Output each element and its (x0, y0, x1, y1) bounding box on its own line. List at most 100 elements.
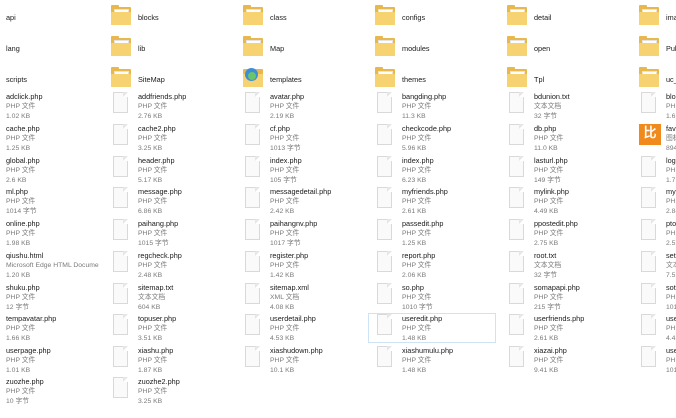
file-item[interactable]: xiashu.php PHP 文件 1.87 KB (104, 345, 232, 375)
file-item[interactable]: xiashumulu.php PHP 文件 1.48 KB (368, 345, 496, 375)
file-item[interactable]: db.php PHP 文件 11.0 KB (500, 123, 628, 153)
file-item[interactable]: login. PHP 文 1.71 K (632, 155, 676, 185)
file-item[interactable]: bangding.php PHP 文件 11.3 KB (368, 91, 496, 121)
file-item[interactable]: scripts (0, 64, 100, 94)
file-item[interactable]: addfriends.php PHP 文件 2.76 KB (104, 91, 232, 121)
file-item[interactable]: blocks PHP 文 1.61 K (632, 91, 676, 121)
file-item-meta: zuozhe2.php PHP 文件 3.25 KB (138, 377, 231, 405)
file-item[interactable]: shuku.php PHP 文件 12 字节 (0, 282, 100, 312)
file-item[interactable]: ml.php PHP 文件 1014 字节 (0, 186, 100, 216)
file-item[interactable]: Public (632, 33, 676, 63)
file-size: 1.25 KB (402, 240, 427, 247)
file-item[interactable]: ptopic PHP 文 2.57 K (632, 218, 676, 248)
file-item-meta: regcheck.php PHP 文件 2.48 KB (138, 251, 231, 279)
file-item[interactable]: xiazai.php PHP 文件 9.41 KB (500, 345, 628, 375)
file-item-meta: shuku.php PHP 文件 12 字节 (6, 283, 99, 311)
file-item[interactable]: themes (368, 64, 496, 94)
file-type: PHP 文 (666, 357, 676, 364)
favicon-image-icon: 比 (639, 124, 661, 151)
file-item[interactable]: userfriends.php PHP 文件 2.61 KB (500, 313, 628, 343)
file-item[interactable]: tempavatar.php PHP 文件 1.66 KB (0, 313, 100, 343)
file-type: PHP 文件 (6, 325, 36, 332)
file-item-meta: uc_cli (666, 65, 676, 93)
file-item[interactable]: global.php PHP 文件 2.6 KB (0, 155, 100, 185)
file-type: PHP 文 (666, 325, 676, 332)
file-item[interactable]: SiteMap (104, 64, 232, 94)
file-item[interactable]: topuser.php PHP 文件 3.51 KB (104, 313, 232, 343)
file-item[interactable]: Tpl (500, 64, 628, 94)
file-name: checkcode.php (402, 124, 452, 133)
file-item[interactable]: index.php PHP 文件 105 字节 (236, 155, 364, 185)
file-icon (243, 124, 265, 151)
file-item[interactable]: 比 favico 图标 894 字 (632, 123, 676, 153)
file-item[interactable]: sitemap.xml XML 文档 4.08 KB (236, 282, 364, 312)
file-icon (375, 219, 397, 246)
file-item[interactable]: blocks (104, 2, 232, 32)
file-item[interactable]: myfriends.php PHP 文件 2.61 KB (368, 186, 496, 216)
file-item[interactable]: checkcode.php PHP 文件 5.96 KB (368, 123, 496, 153)
file-type: PHP 文件 (270, 135, 300, 142)
file-item[interactable]: sitemap.txt 文本文档 604 KB (104, 282, 232, 312)
file-item[interactable]: userin PHP 文 4.43 K (632, 313, 676, 343)
file-item[interactable]: xiashudown.php PHP 文件 10.1 KB (236, 345, 364, 375)
folder-icon (639, 34, 661, 61)
file-type: PHP 文件 (402, 230, 432, 237)
file-item[interactable]: mysql PHP 文 2.84 K (632, 186, 676, 216)
file-size: 604 KB (138, 304, 161, 311)
file-item[interactable]: cache2.php PHP 文件 3.25 KB (104, 123, 232, 153)
file-item[interactable]: setava 文本文 7.51 K (632, 250, 676, 280)
file-item[interactable]: mylink.php PHP 文件 4.49 KB (500, 186, 628, 216)
file-item[interactable]: bdunion.txt 文本文档 32 字节 (500, 91, 628, 121)
file-item[interactable]: lib (104, 33, 232, 63)
file-item[interactable]: ppostedit.php PHP 文件 2.75 KB (500, 218, 628, 248)
file-item[interactable]: templates (236, 64, 364, 94)
file-item[interactable]: zuozhe2.php PHP 文件 3.25 KB (104, 376, 232, 406)
file-item[interactable]: image (632, 2, 676, 32)
file-item[interactable]: detail (500, 2, 628, 32)
file-item[interactable]: configs (368, 2, 496, 32)
file-item-meta: Tpl (534, 65, 627, 93)
file-item[interactable]: api (0, 2, 100, 32)
file-name: xiashu.php (138, 346, 174, 355)
file-item[interactable]: cf.php PHP 文件 1013 字节 (236, 123, 364, 153)
file-size: 149 字节 (534, 177, 561, 184)
file-item[interactable]: somapapi.php PHP 文件 215 字节 (500, 282, 628, 312)
file-item[interactable]: userpage.php PHP 文件 1.01 KB (0, 345, 100, 375)
file-item[interactable]: uc_cli (632, 64, 676, 94)
file-item[interactable]: cache.php PHP 文件 1.25 KB (0, 123, 100, 153)
file-item[interactable]: sotop PHP 文 1016 (632, 282, 676, 312)
file-item[interactable]: qiushu.html Microsoft Edge HTML Docume...… (0, 250, 100, 280)
file-item[interactable]: modules (368, 33, 496, 63)
file-item[interactable]: zuozhe.php PHP 文件 10 字节 (0, 376, 100, 406)
file-item-meta: cf.php PHP 文件 1013 字节 (270, 124, 363, 152)
file-item[interactable]: regcheck.php PHP 文件 2.48 KB (104, 250, 232, 280)
file-item[interactable]: messagedetail.php PHP 文件 2.42 KB (236, 186, 364, 216)
file-item[interactable]: paihang.php PHP 文件 1015 字节 (104, 218, 232, 248)
file-item[interactable]: lang (0, 33, 100, 63)
file-item[interactable]: open (500, 33, 628, 63)
file-item[interactable]: online.php PHP 文件 1.98 KB (0, 218, 100, 248)
file-item[interactable]: Map (236, 33, 364, 63)
file-type: PHP 文件 (534, 325, 564, 332)
file-item[interactable]: usernh PHP 文 1016 (632, 345, 676, 375)
file-type: PHP 文件 (402, 357, 432, 364)
file-item[interactable]: report.php PHP 文件 2.06 KB (368, 250, 496, 280)
file-item[interactable]: index.php PHP 文件 6.23 KB (368, 155, 496, 185)
file-item[interactable]: register.php PHP 文件 1.42 KB (236, 250, 364, 280)
file-item[interactable]: userdetail.php PHP 文件 4.53 KB (236, 313, 364, 343)
file-item-meta: api (6, 3, 99, 31)
file-item[interactable]: class (236, 2, 364, 32)
file-item[interactable]: message.php PHP 文件 6.86 KB (104, 186, 232, 216)
file-item[interactable]: adclick.php PHP 文件 1.02 KB (0, 91, 100, 121)
file-item[interactable]: root.txt 文本文档 32 字节 (500, 250, 628, 280)
file-item[interactable]: header.php PHP 文件 5.17 KB (104, 155, 232, 185)
file-item[interactable]: paihangnv.php PHP 文件 1017 字节 (236, 218, 364, 248)
file-item[interactable]: so.php PHP 文件 1010 字节 (368, 282, 496, 312)
file-item[interactable]: lasturl.php PHP 文件 149 字节 (500, 155, 628, 185)
file-size: 105 字节 (270, 177, 297, 184)
file-name: configs (402, 13, 426, 22)
file-item[interactable]: avatar.php PHP 文件 2.19 KB (236, 91, 364, 121)
file-name: myfriends.php (402, 187, 448, 196)
file-item[interactable]: useredit.php PHP 文件 1.48 KB (368, 313, 496, 343)
file-item[interactable]: passedit.php PHP 文件 1.25 KB (368, 218, 496, 248)
